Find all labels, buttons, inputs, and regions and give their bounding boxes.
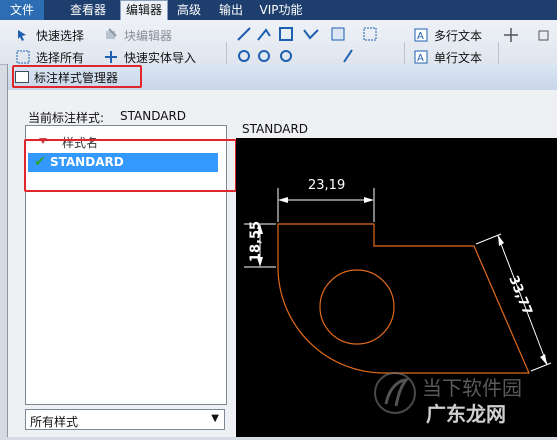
- watermark-logo-icon: [374, 372, 416, 414]
- menu-file[interactable]: 文件: [0, 0, 44, 20]
- dimension-style-manager-dialog: 标注样式管理器 当前标注样式: STANDARD 样式名 ✔ STANDARD …: [7, 64, 557, 437]
- watermark-text: 当下软件园: [422, 376, 522, 400]
- selection-highlight-box: [24, 139, 237, 192]
- multiline-text-button[interactable]: 多行文本: [434, 27, 482, 44]
- ribbon-toolbar: 快速选择 块编辑器 选择所有 快速实体导入 A 多行文本 A 单行文本: [0, 20, 557, 82]
- text-icon: A: [414, 28, 428, 42]
- title-highlight-box: [12, 65, 142, 88]
- svg-text:A: A: [417, 31, 424, 42]
- horizontal-dimension-lines: [277, 188, 375, 222]
- quick-select-icon: [18, 30, 26, 41]
- chevron-down-icon: ▼: [211, 413, 219, 424]
- text-icon: A: [414, 50, 428, 64]
- horizontal-dimension-text: 23,19: [308, 178, 346, 193]
- style-list[interactable]: 样式名 ✔ STANDARD: [24, 125, 237, 405]
- menu-vip[interactable]: VIP功能: [256, 0, 306, 20]
- move-icon[interactable]: [504, 28, 518, 42]
- part-outline: [277, 223, 530, 374]
- dialog-titlebar[interactable]: 标注样式管理器: [8, 64, 557, 90]
- block-editor-button[interactable]: 块编辑器: [124, 27, 172, 44]
- svg-text:A: A: [417, 53, 424, 64]
- style-filter-select[interactable]: 所有样式 ▼: [25, 409, 225, 430]
- vertical-dimension-text: 18,55: [248, 220, 264, 263]
- menu-bar: 文件 查看器 编辑器 高级 输出 VIP功能: [0, 0, 557, 20]
- menu-viewer[interactable]: 查看器: [64, 0, 112, 20]
- current-style-label: 当前标注样式:: [28, 111, 105, 125]
- style-filter-value: 所有样式: [30, 415, 79, 429]
- import-icon: [105, 51, 117, 63]
- quick-select-button[interactable]: 快速选择: [36, 27, 84, 44]
- draw-tools-icon[interactable]: [234, 24, 394, 64]
- aligned-dimension-lines: [475, 233, 552, 372]
- menu-output[interactable]: 输出: [214, 0, 248, 20]
- hole-circle: [319, 269, 395, 345]
- dimension-preview: 23,19 18,55 33,77 当下软件园 广东龙网: [236, 138, 557, 437]
- watermark-text: 广东龙网: [426, 402, 506, 426]
- menu-advanced[interactable]: 高级: [172, 0, 206, 20]
- copy-icon[interactable]: [536, 28, 550, 42]
- current-style-value: STANDARD: [120, 109, 187, 123]
- preview-label: STANDARD: [242, 122, 309, 136]
- block-editor-icon: [106, 28, 117, 39]
- select-all-icon: [16, 50, 30, 64]
- menu-editor[interactable]: 编辑器: [120, 0, 168, 20]
